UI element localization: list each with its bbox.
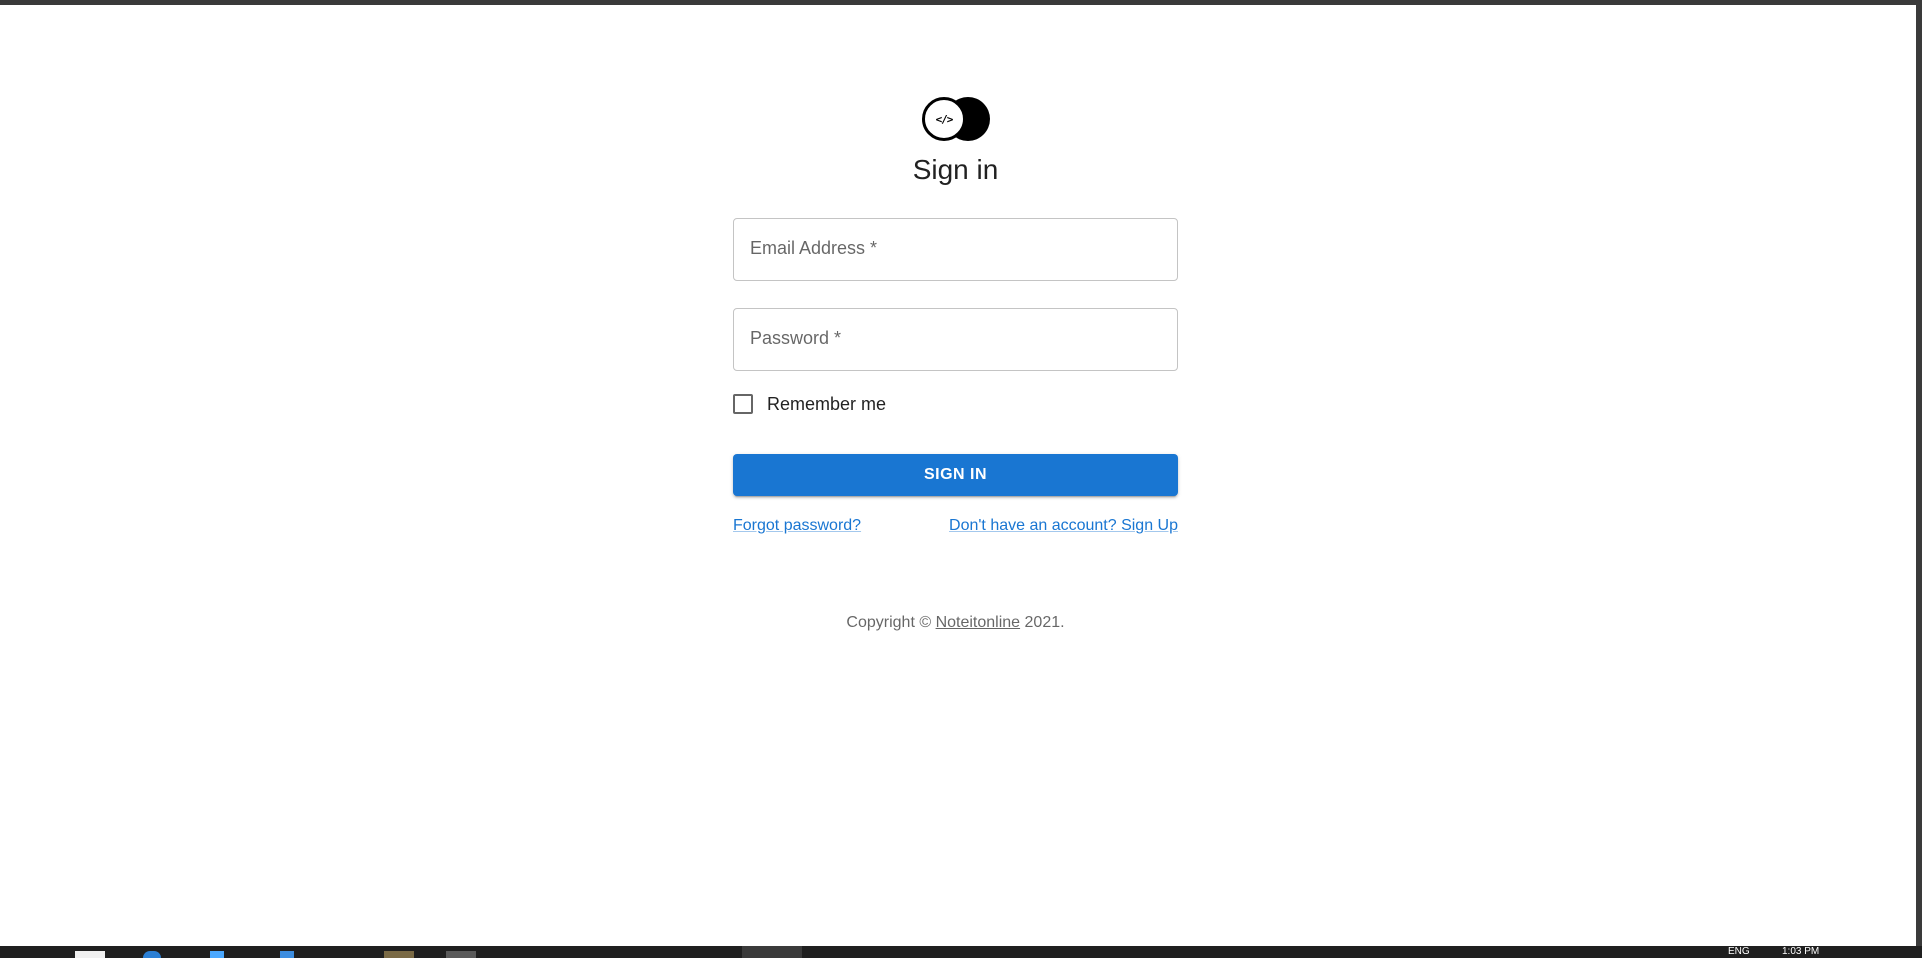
copyright-prefix: Copyright © — [846, 614, 932, 631]
remember-me-checkbox[interactable] — [733, 394, 753, 414]
page-title: Sign in — [912, 154, 999, 185]
copyright-text: Copyright © Noteitonline 2021. — [733, 614, 1178, 632]
taskbar-app-icon[interactable] — [280, 951, 294, 958]
os-taskbar: ENG 1:03 PM — [0, 946, 1922, 958]
taskbar-clock[interactable]: 1:03 PM — [1782, 947, 1819, 957]
sign-in-button[interactable]: SIGN IN — [733, 454, 1178, 496]
password-field-label: Password * — [750, 328, 842, 348]
taskbar-language[interactable]: ENG — [1728, 947, 1750, 957]
password-field[interactable]: Password * — [733, 308, 1178, 371]
forgot-password-link[interactable]: Forgot password? — [733, 517, 861, 535]
sign-up-link[interactable]: Don't have an account? Sign Up — [949, 517, 1178, 535]
remember-me-control[interactable]: Remember me — [733, 392, 886, 416]
taskbar-app-icon[interactable] — [446, 951, 476, 958]
logo-code-symbol: </> — [935, 112, 954, 126]
remember-me-label[interactable]: Remember me — [767, 394, 886, 415]
email-field[interactable]: Email Address * — [733, 218, 1178, 281]
code-brackets-icon: </> — [922, 97, 966, 141]
taskbar-app-icon[interactable] — [75, 951, 105, 958]
brand-link[interactable]: Noteitonline — [936, 614, 1021, 631]
taskbar-app-icon[interactable] — [384, 951, 414, 958]
app-logo: </> — [922, 97, 990, 141]
window-scrollbar[interactable] — [1916, 0, 1922, 946]
taskbar-active-app-icon[interactable] — [742, 946, 802, 958]
taskbar-app-icon[interactable] — [210, 951, 224, 958]
copyright-year: 2021. — [1024, 614, 1065, 631]
taskbar-app-icon[interactable] — [143, 951, 161, 958]
email-field-label: Email Address * — [750, 238, 878, 258]
